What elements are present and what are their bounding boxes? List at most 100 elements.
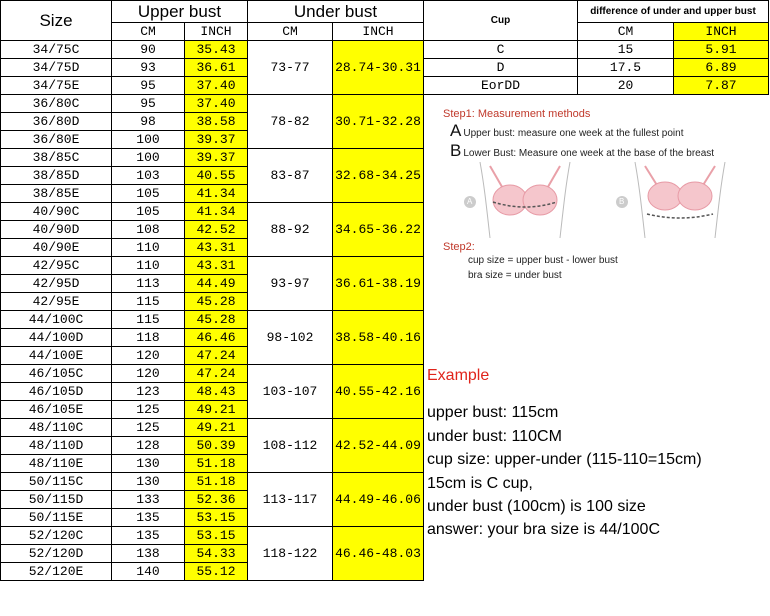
- size-cell: 36/80E: [0, 130, 112, 149]
- upper-inch-cell: 47.24: [184, 346, 248, 365]
- size-cell: 34/75D: [0, 58, 112, 77]
- size-chart-body: 34/75C 90 35.43 73-77 28.74-30.31 34/75D 93 36.…: [0, 40, 424, 581]
- upper-cm-cell: 138: [111, 544, 185, 563]
- upper-cm-cell: 110: [111, 238, 185, 257]
- upper-cm-cell: 128: [111, 436, 185, 455]
- example-line: answer: your bra size is 44/100C: [427, 521, 660, 538]
- upper-cm-cell: 133: [111, 490, 185, 509]
- upper-cm-cell: 125: [111, 418, 185, 437]
- cup-letter: EorDD: [423, 76, 578, 95]
- upper-cm-cell: 135: [111, 526, 185, 545]
- letter-a: A: [450, 121, 462, 140]
- table-row: 34/75C 90 35.43 73-77 28.74-30.31: [0, 40, 424, 95]
- size-header: Size: [0, 0, 112, 41]
- lower-bust-instruction: B Lower Bust: Measure one week at the bas…: [450, 141, 714, 161]
- upper-inch-cell: 37.40: [184, 94, 248, 113]
- size-cell: 48/110E: [0, 454, 112, 473]
- upper-inch-cell: 35.43: [184, 40, 248, 59]
- upper-cm-cell: 130: [111, 472, 185, 491]
- size-cell: 46/105C: [0, 364, 112, 383]
- upper-inch-cell: 46.46: [184, 328, 248, 347]
- upper-cm-cell: 100: [111, 130, 185, 149]
- upper-cm-cell: 90: [111, 40, 185, 59]
- figure-a-label: A: [467, 197, 473, 206]
- size-cell: 36/80D: [0, 112, 112, 131]
- cup-cm: 20: [577, 76, 674, 95]
- upper-inch-cell: 39.37: [184, 148, 248, 167]
- size-cell: 46/105E: [0, 400, 112, 419]
- table-row: 46/105C 120 47.24 103-107 40.55-42.16: [0, 364, 424, 419]
- table-row: 52/120C 135 53.15 118-122 46.46-48.03: [0, 526, 424, 581]
- size-cell: 50/115E: [0, 508, 112, 527]
- size-chart-table: Size Upper bust Under bust CM INCH CM IN…: [0, 0, 424, 581]
- upper-cm-cell: 113: [111, 274, 185, 293]
- size-cell: 42/95E: [0, 292, 112, 311]
- figure-b-label: B: [619, 197, 625, 206]
- cup-difference-table: Cup difference of under and upper bust C…: [423, 0, 769, 95]
- upper-inch-cell: 39.37: [184, 130, 248, 149]
- upper-inch-cell: 44.49: [184, 274, 248, 293]
- under-cm-cell: 108-112: [247, 418, 333, 473]
- upper-inch-cell: 36.61: [184, 58, 248, 77]
- upper-cm-header: CM: [111, 22, 185, 41]
- example-line: cup size: upper-under (115-110=15cm): [427, 451, 702, 468]
- upper-cm-cell: 95: [111, 76, 185, 95]
- upper-cm-cell: 130: [111, 454, 185, 473]
- difference-header: difference of under and upper bust: [577, 0, 769, 23]
- under-cm-cell: 83-87: [247, 148, 333, 203]
- under-inch-header: INCH: [332, 22, 424, 41]
- size-cell: 52/120D: [0, 544, 112, 563]
- upper-cm-cell: 115: [111, 310, 185, 329]
- size-cell: 42/95D: [0, 274, 112, 293]
- upper-inch-cell: 54.33: [184, 544, 248, 563]
- cup-cm: 15: [577, 40, 674, 59]
- under-inch-cell: 40.55-42.16: [332, 364, 424, 419]
- example-line: upper bust: 115cm: [427, 404, 559, 421]
- under-inch-cell: 30.71-32.28: [332, 94, 424, 149]
- upper-cm-cell: 93: [111, 58, 185, 77]
- upper-inch-cell: 48.43: [184, 382, 248, 401]
- under-cm-cell: 73-77: [247, 40, 333, 95]
- cup-size-formula: cup size = upper bust - lower bust: [468, 255, 618, 266]
- under-cm-cell: 98-102: [247, 310, 333, 365]
- upper-bust-header: Upper bust: [111, 0, 248, 23]
- under-inch-cell: 28.74-30.31: [332, 40, 424, 95]
- under-inch-cell: 36.61-38.19: [332, 256, 424, 311]
- letter-b: B: [450, 141, 462, 160]
- example-title: Example: [427, 367, 490, 384]
- size-cell: 46/105D: [0, 382, 112, 401]
- under-cm-cell: 113-117: [247, 472, 333, 527]
- upper-inch-cell: 45.28: [184, 310, 248, 329]
- under-inch-cell: 44.49-46.06: [332, 472, 424, 527]
- upper-cm-cell: 100: [111, 148, 185, 167]
- size-cell: 48/110D: [0, 436, 112, 455]
- size-cell: 40/90E: [0, 238, 112, 257]
- upper-inch-cell: 37.40: [184, 76, 248, 95]
- upper-inch-cell: 41.34: [184, 202, 248, 221]
- step2-title: Step2:: [443, 241, 475, 253]
- size-cell: 44/100D: [0, 328, 112, 347]
- upper-inch-cell: 38.58: [184, 112, 248, 131]
- upper-inch-cell: 43.31: [184, 256, 248, 275]
- example-line: under bust: 110CM: [427, 428, 562, 445]
- lower-bust-instruction-text: Lower Bust: Measure one week at the base…: [463, 148, 715, 159]
- upper-cm-cell: 105: [111, 202, 185, 221]
- upper-inch-cell: 49.21: [184, 418, 248, 437]
- example-line: 15cm is C cup,: [427, 475, 533, 492]
- under-inch-cell: 34.65-36.22: [332, 202, 424, 257]
- size-cell: 50/115D: [0, 490, 112, 509]
- upper-cm-cell: 135: [111, 508, 185, 527]
- upper-inch-cell: 53.15: [184, 526, 248, 545]
- under-cm-cell: 88-92: [247, 202, 333, 257]
- upper-inch-cell: 50.39: [184, 436, 248, 455]
- upper-inch-cell: 51.18: [184, 472, 248, 491]
- upper-inch-cell: 42.52: [184, 220, 248, 239]
- upper-inch-cell: 51.18: [184, 454, 248, 473]
- table-row: 40/90C 105 41.34 88-92 34.65-36.22: [0, 202, 424, 257]
- measurement-guide: Step1: Measurement methods A Upper bust: …: [440, 108, 762, 288]
- cup-inch-header: INCH: [673, 22, 769, 41]
- upper-inch-cell: 49.21: [184, 400, 248, 419]
- upper-inch-cell: 53.15: [184, 508, 248, 527]
- cup-inch: 6.89: [673, 58, 769, 77]
- upper-cm-cell: 110: [111, 256, 185, 275]
